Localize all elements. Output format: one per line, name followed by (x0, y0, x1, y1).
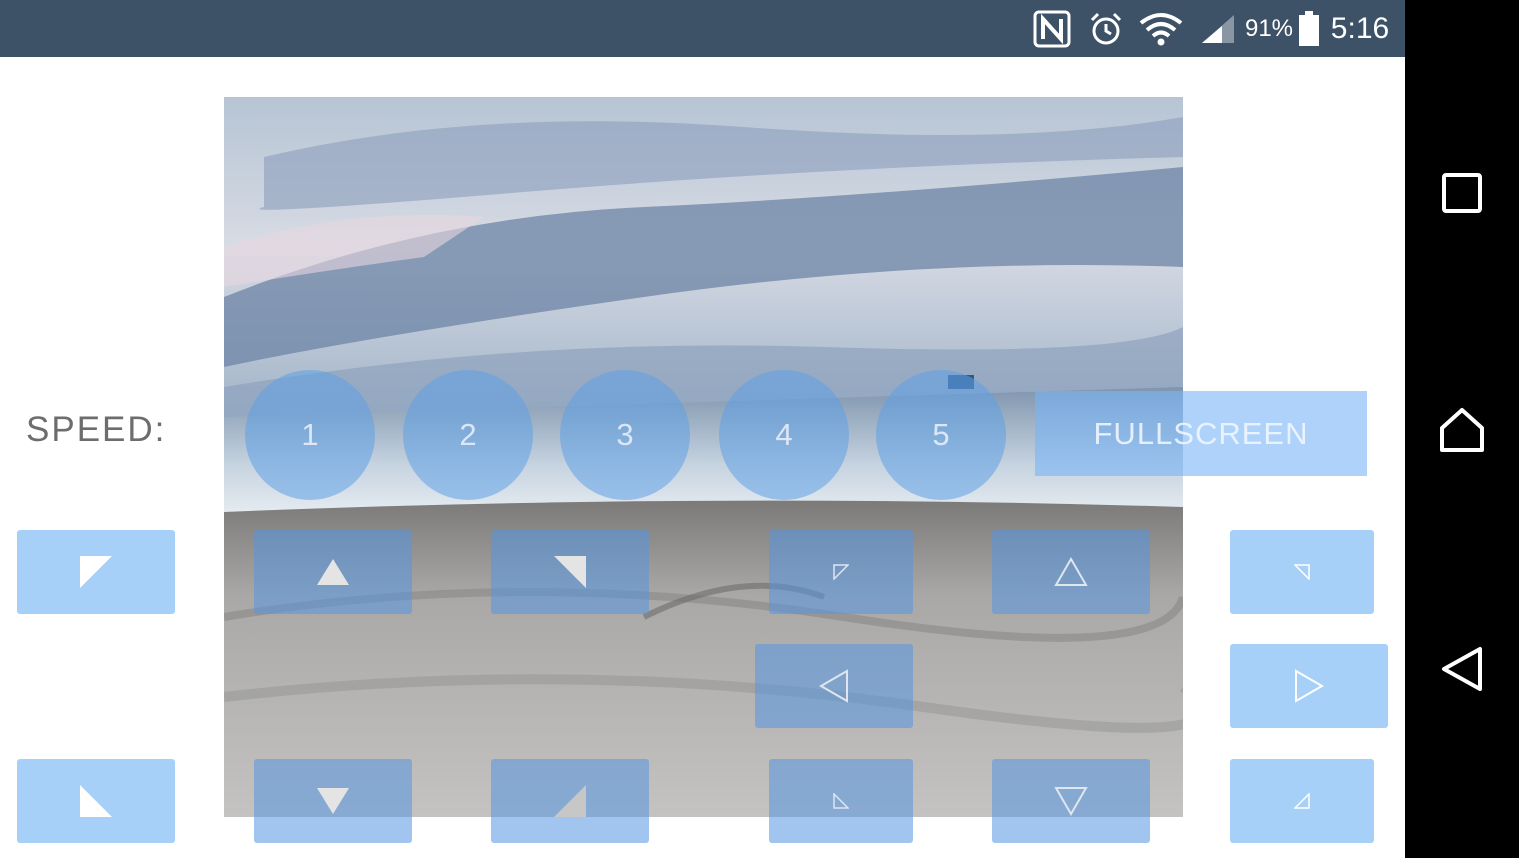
forward-button[interactable] (254, 530, 412, 614)
pan-top-right-button[interactable] (1230, 530, 1374, 614)
speed-button-3[interactable]: 3 (560, 370, 690, 500)
alarm-icon (1086, 0, 1126, 57)
pan-bottom-left-button[interactable] (769, 759, 913, 843)
clock-time: 5:16 (1330, 11, 1390, 45)
nfc-icon (1030, 0, 1074, 57)
forward-left-icon (79, 555, 113, 589)
up-triangle-icon (316, 558, 350, 586)
pan-left-button[interactable] (755, 644, 913, 728)
small-corner-icon (1294, 564, 1310, 580)
speed-button-1[interactable]: 1 (245, 370, 375, 500)
turn-right-backward-icon (553, 784, 587, 818)
home-icon (1438, 406, 1486, 459)
small-corner-icon (833, 793, 849, 809)
forward-left-button[interactable] (17, 530, 175, 614)
tilt-up-button[interactable] (992, 530, 1150, 614)
fullscreen-button[interactable]: FULLSCREEN (1035, 391, 1367, 476)
up-outline-icon (1054, 557, 1088, 587)
back-button[interactable] (1405, 626, 1519, 716)
recents-button[interactable] (1405, 150, 1519, 240)
tilt-down-button[interactable] (992, 759, 1150, 843)
turn-left-forward-icon (553, 555, 587, 589)
backward-button[interactable] (254, 759, 412, 843)
right-outline-icon (1294, 669, 1324, 703)
speed-button-4[interactable]: 4 (719, 370, 849, 500)
pan-right-button[interactable] (1230, 644, 1388, 728)
status-bar: 91% 5:16 (0, 0, 1405, 57)
back-icon (1440, 646, 1484, 697)
speed-button-2[interactable]: 2 (403, 370, 533, 500)
speed-button-5[interactable]: 5 (876, 370, 1006, 500)
turn-right-backward-button[interactable] (491, 759, 649, 843)
battery-icon (1296, 0, 1322, 57)
small-corner-icon (1294, 793, 1310, 809)
small-corner-icon (833, 564, 849, 580)
navigation-bar (1405, 0, 1519, 858)
speed-label: SPEED: (26, 410, 167, 449)
battery-percent: 91% (1244, 14, 1294, 42)
pan-top-left-button[interactable] (769, 530, 913, 614)
turn-left-forward-button[interactable] (491, 530, 649, 614)
backward-right-icon (79, 784, 113, 818)
recents-icon (1442, 172, 1482, 218)
pan-bottom-right-button[interactable] (1230, 759, 1374, 843)
backward-right-button[interactable] (17, 759, 175, 843)
down-outline-icon (1054, 786, 1088, 816)
left-outline-icon (819, 669, 849, 703)
down-triangle-icon (316, 787, 350, 815)
wifi-icon (1136, 0, 1186, 57)
signal-icon (1198, 0, 1238, 57)
home-button[interactable] (1405, 387, 1519, 477)
